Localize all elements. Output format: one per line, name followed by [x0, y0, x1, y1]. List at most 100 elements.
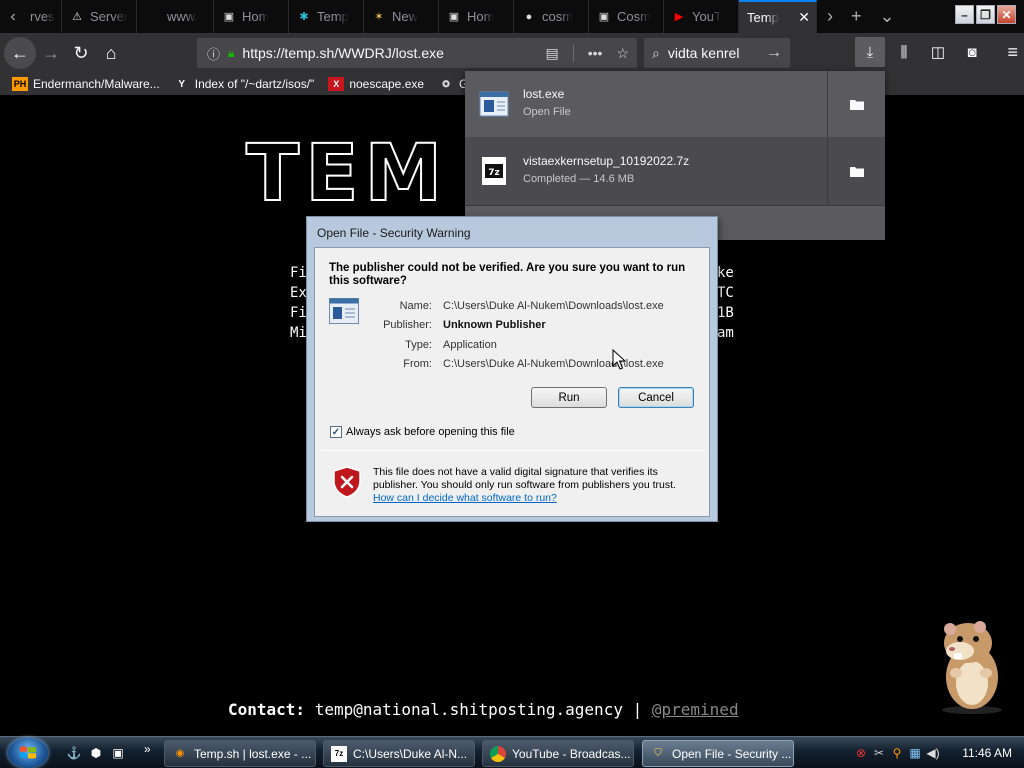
- open-folder-button[interactable]: [827, 71, 885, 137]
- chrome-icon: [490, 745, 506, 762]
- tab-7[interactable]: ● cosm: [514, 0, 589, 33]
- field-value: Application: [443, 339, 497, 351]
- quicklaunch-app-icon[interactable]: ▣: [110, 745, 126, 761]
- reload-icon[interactable]: ↻: [66, 38, 96, 68]
- quicklaunch-shield-icon[interactable]: ⬢: [88, 745, 104, 761]
- puzzle-icon: ✱: [299, 11, 309, 23]
- all-tabs-chevron-icon[interactable]: ⌄: [880, 6, 895, 27]
- downloads-panel: lost.exe Open File 7z vistaexkernsetup_1…: [465, 71, 885, 240]
- run-button[interactable]: Run: [531, 387, 607, 408]
- windows-logo-icon: [20, 746, 36, 759]
- sidebar-icon[interactable]: ◫: [923, 37, 953, 67]
- tab-0[interactable]: rves: [26, 0, 62, 33]
- dialog-title: Open File - Security Warning: [317, 226, 471, 240]
- contact-separator: |: [632, 700, 643, 719]
- svg-text:7z: 7z: [488, 168, 500, 178]
- hamburger-menu-icon[interactable]: ≡: [1007, 42, 1018, 63]
- quicklaunch-icon[interactable]: ⚓: [66, 745, 82, 761]
- tab-active[interactable]: Temp ✕: [739, 0, 817, 33]
- download-item[interactable]: 7z vistaexkernsetup_10192022.7z Complete…: [465, 138, 885, 204]
- tab-scroll-left-icon[interactable]: ‹: [0, 0, 26, 33]
- task-label: Open File - Security ...: [672, 746, 792, 761]
- search-icon: ⌕: [652, 44, 660, 61]
- bookmark-endermanch[interactable]: PH Endermanch/Malware...: [12, 77, 160, 91]
- task-security-dialog[interactable]: ⛉ Open File - Security ...: [642, 740, 794, 767]
- tab-1[interactable]: ⚠ Server: [62, 0, 137, 33]
- quicklaunch-more-icon[interactable]: »: [144, 742, 151, 756]
- extension-icon[interactable]: ◙: [957, 37, 987, 67]
- tab-label: Cosm: [617, 9, 651, 24]
- search-tray-icon[interactable]: ⚲: [889, 745, 905, 761]
- library-icon[interactable]: ⫼: [889, 37, 919, 67]
- tab-label: New: [392, 9, 419, 24]
- tab-scroll-right-icon[interactable]: ›: [827, 6, 833, 27]
- tab-4[interactable]: ✱ Temp: [289, 0, 364, 33]
- tab-3[interactable]: ▣ Hom: [214, 0, 289, 33]
- field-key: Publisher:: [383, 319, 432, 331]
- tab-8[interactable]: ▣ Cosm: [589, 0, 664, 33]
- search-input[interactable]: vidta kenrel: [668, 45, 740, 61]
- back-arrow-icon[interactable]: ←: [4, 37, 36, 69]
- url-separator: [572, 44, 574, 62]
- folder-icon: [849, 100, 864, 110]
- info-line-right: 1B: [717, 305, 734, 321]
- field-value: C:\Users\Duke Al-Nukem\Downloads\lost.ex…: [443, 358, 664, 370]
- task-chrome[interactable]: YouTube - Broadcas...: [482, 740, 634, 767]
- info-line-left: Fi: [290, 265, 307, 281]
- help-link[interactable]: How can I decide what software to run?: [373, 492, 557, 504]
- new-tab-icon[interactable]: +: [851, 6, 862, 27]
- field-key: Type:: [405, 339, 432, 351]
- lock-icon[interactable]: 🔒︎: [228, 46, 234, 61]
- security-alert-icon[interactable]: ⊗: [853, 745, 869, 761]
- network-icon[interactable]: ▦: [907, 745, 923, 761]
- bookmark-dartz-isos[interactable]: Y Index of "/~dartz/isos/": [174, 77, 314, 91]
- task-7zip[interactable]: 7z C:\Users\Duke Al-N...: [323, 740, 475, 767]
- site-info-icon[interactable]: ⓘ: [207, 44, 220, 63]
- contact-handle-link[interactable]: @premined: [652, 700, 739, 719]
- tab-label: www.: [167, 9, 199, 24]
- gamepad-icon: ▣: [448, 11, 460, 23]
- always-ask-checkbox[interactable]: ✓: [330, 426, 342, 438]
- bookmark-label: noescape.exe: [349, 77, 425, 91]
- search-go-arrow-icon[interactable]: →: [766, 44, 782, 62]
- start-orb-button[interactable]: [8, 738, 48, 768]
- reader-view-icon[interactable]: ▤: [545, 45, 558, 62]
- tab-2[interactable]: www.: [137, 0, 214, 33]
- github-icon: ●: [525, 10, 533, 23]
- restore-icon[interactable]: ❐: [976, 5, 995, 24]
- spider-icon: ✶: [374, 11, 384, 23]
- page-actions-icon[interactable]: •••: [588, 45, 603, 61]
- hamster-image: [942, 621, 1002, 714]
- bookmark-star-icon[interactable]: ☆: [616, 45, 629, 62]
- bookmark-noescape[interactable]: Xnoescape.exe: [328, 77, 424, 91]
- clock[interactable]: 11:46 AM: [962, 746, 1012, 760]
- forward-arrow-icon[interactable]: →: [36, 38, 66, 68]
- open-folder-button[interactable]: [827, 138, 885, 204]
- tab-label: rves: [30, 9, 55, 24]
- url-bar[interactable]: ⓘ 🔒︎ https://temp.sh/WWDRJ/lost.exe ▤ ••…: [197, 38, 637, 68]
- security-warning-dialog: Open File - Security Warning The publish…: [306, 216, 718, 522]
- task-firefox[interactable]: ◉ Temp.sh | lost.exe - ...: [164, 740, 316, 767]
- volume-icon[interactable]: ◀): [925, 745, 941, 761]
- close-window-icon[interactable]: ✕: [997, 5, 1016, 24]
- contact-email: temp@national.shitposting.agency: [314, 700, 623, 719]
- always-ask-label[interactable]: Always ask before opening this file: [346, 426, 515, 438]
- tools-icon[interactable]: ✂: [871, 745, 887, 761]
- url-text[interactable]: https://temp.sh/WWDRJ/lost.exe: [242, 45, 444, 61]
- 7z-icon: 7z: [331, 745, 347, 762]
- downloads-icon[interactable]: ⤓: [855, 37, 885, 67]
- info-line-right: TC: [717, 285, 734, 301]
- nav-toolbar: ← → ↻ ⌂ ⓘ 🔒︎ https://temp.sh/WWDRJ/lost.…: [0, 33, 1024, 73]
- url-actions: ▤ ••• ☆: [545, 44, 629, 62]
- cancel-button[interactable]: Cancel: [618, 387, 694, 408]
- minimize-icon[interactable]: –: [955, 5, 974, 24]
- tab-5[interactable]: ✶ New: [364, 0, 439, 33]
- search-bar[interactable]: ⌕ vidta kenrel →: [644, 38, 790, 68]
- tab-label: Temp: [747, 10, 779, 25]
- close-tab-icon[interactable]: ✕: [798, 9, 810, 26]
- tab-label: Hom: [242, 9, 270, 24]
- download-item[interactable]: lost.exe Open File: [465, 71, 885, 137]
- home-icon[interactable]: ⌂: [96, 38, 126, 68]
- tab-9[interactable]: ▶ YouT: [664, 0, 739, 33]
- tab-6[interactable]: ▣ Hom: [439, 0, 514, 33]
